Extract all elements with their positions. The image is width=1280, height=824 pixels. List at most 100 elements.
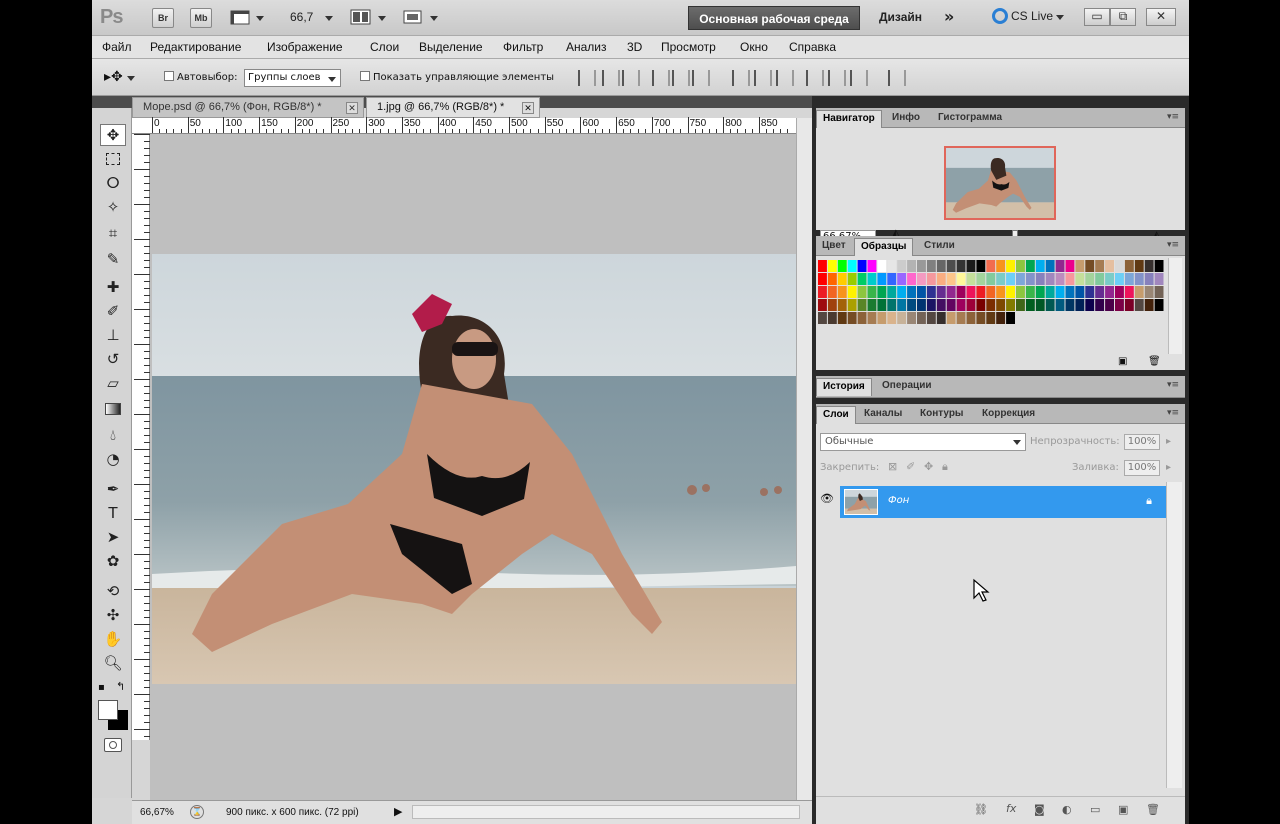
color-swatch[interactable] [1075,273,1085,285]
layer-style-icon[interactable]: fx [1006,802,1016,815]
brush-tool-icon[interactable]: ✐ [100,300,126,322]
color-swatch[interactable] [897,286,907,298]
color-swatch[interactable] [877,299,887,311]
tab-styles[interactable]: Стили [918,238,961,256]
tab-color[interactable]: Цвет [816,238,852,256]
tab-layers[interactable]: Слои [816,406,856,424]
close-icon[interactable]: ✕ [346,102,358,114]
color-swatch[interactable] [976,273,986,285]
shape-tool-icon[interactable]: ✿ [100,550,126,572]
color-swatch[interactable] [917,299,926,311]
trash-icon[interactable]: 🗑︎ [1148,356,1161,367]
tab-navigator[interactable]: Навигатор [816,110,882,128]
color-swatch[interactable] [976,299,986,311]
color-swatch[interactable] [857,312,867,324]
path-selection-tool-icon[interactable]: ➤ [100,526,126,548]
color-swatch[interactable] [1144,299,1154,311]
color-swatch[interactable] [917,312,926,324]
color-swatch[interactable] [996,260,1006,272]
color-swatch[interactable] [1105,273,1114,285]
panel-menu-icon[interactable]: ▾≡ [1167,380,1179,390]
color-swatch[interactable] [837,299,847,311]
color-swatch[interactable] [1035,286,1045,298]
tab-channels[interactable]: Каналы [858,406,908,424]
navigator-thumbnail[interactable] [944,146,1056,220]
tab-paths[interactable]: Контуры [914,406,969,424]
lock-pixels-icon[interactable]: ✐ [906,460,915,473]
lock-position-icon[interactable]: ✥ [924,460,933,473]
color-swatch[interactable] [1124,260,1134,272]
color-swatch[interactable] [837,286,847,298]
link-layers-icon[interactable]: ⛓ [974,803,988,816]
tab-info[interactable]: Инфо [886,110,926,128]
color-swatch[interactable] [877,260,887,272]
menu-select[interactable]: Выделение [419,40,483,54]
color-swatch[interactable] [857,273,867,285]
color-swatch[interactable] [1095,286,1105,298]
color-swatch[interactable] [1144,286,1154,298]
tool-preset-picker[interactable]: ▸✥ [104,69,148,89]
color-swatch[interactable] [996,273,1006,285]
show-transform-controls-checkbox[interactable]: Показать управляющие элементы [360,71,554,83]
color-swatch[interactable] [877,273,887,285]
color-swatch[interactable] [1095,299,1105,311]
color-swatch[interactable] [887,312,897,324]
color-swatch[interactable] [1134,286,1144,298]
menu-layers[interactable]: Слои [370,40,399,54]
color-swatch[interactable] [897,260,907,272]
color-swatch[interactable] [827,299,837,311]
3d-orbit-tool-icon[interactable]: ✣ [100,604,126,626]
color-swatch[interactable] [956,312,966,324]
eyedropper-tool-icon[interactable]: ✎ [100,248,126,270]
color-swatch[interactable] [996,312,1006,324]
color-swatch[interactable] [1065,299,1075,311]
color-swatch[interactable] [857,299,867,311]
color-swatch[interactable] [1035,299,1045,311]
color-swatch[interactable] [1025,273,1035,285]
tab-actions[interactable]: Операции [876,378,938,396]
distribute-top-icon[interactable] [732,70,750,86]
color-swatch[interactable] [1154,273,1164,285]
color-swatch[interactable] [837,273,847,285]
color-swatch[interactable] [818,312,827,324]
color-swatch[interactable] [867,286,877,298]
color-swatch[interactable] [1035,273,1045,285]
distribute-right-icon[interactable] [850,70,868,86]
lock-all-icon[interactable]: 🔒︎ [942,460,948,474]
quick-selection-tool-icon[interactable]: ✧ [100,196,126,218]
distribute-vcenter-icon[interactable] [754,70,772,86]
color-swatch[interactable] [956,260,966,272]
color-swatch[interactable] [946,273,956,285]
color-swatch[interactable] [877,312,887,324]
color-swatch[interactable] [1025,286,1035,298]
color-swatch[interactable] [1016,286,1025,298]
color-swatch[interactable] [1134,273,1144,285]
color-swatch[interactable] [1055,260,1065,272]
color-swatch[interactable] [1065,273,1075,285]
color-swatch[interactable] [897,299,907,311]
color-swatch[interactable] [956,273,966,285]
close-button[interactable]: ✕ [1146,8,1176,26]
minimize-button[interactable]: ▭ [1084,8,1110,26]
hand-tool-icon[interactable]: ✋ [100,628,126,650]
new-swatch-icon[interactable]: ▣ [1118,356,1127,367]
color-swatch[interactable] [1105,260,1114,272]
quick-mask-icon[interactable] [104,738,122,752]
color-swatch[interactable] [818,286,827,298]
3d-rotate-tool-icon[interactable]: ⟲ [100,580,126,602]
color-swatch[interactable] [986,273,996,285]
color-swatch[interactable] [818,273,827,285]
align-right-icon[interactable] [692,70,710,86]
horizontal-scrollbar[interactable] [412,805,800,819]
tab-history[interactable]: История [816,378,872,396]
align-vcenter-icon[interactable] [602,70,620,86]
menu-edit[interactable]: Редактирование [150,40,241,54]
color-swatch[interactable] [917,260,926,272]
status-menu-arrow-icon[interactable]: ▶ [394,805,402,818]
color-swatch[interactable] [986,260,996,272]
color-swatch[interactable] [1006,273,1015,285]
screen-mode-dropdown[interactable] [402,8,442,28]
color-swatch[interactable] [1006,299,1015,311]
autoselect-target-select[interactable]: Группы слоев [244,69,341,87]
color-swatch[interactable] [986,299,996,311]
